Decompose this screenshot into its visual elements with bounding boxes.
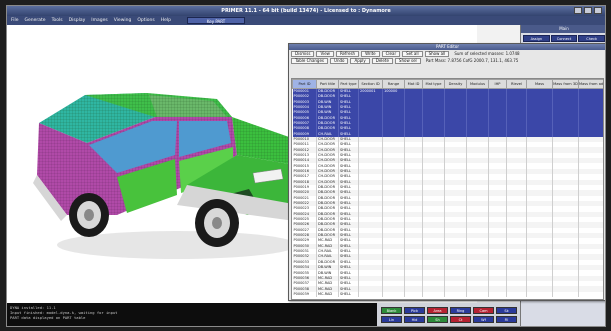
display-button-ring[interactable]: Ring <box>450 307 471 314</box>
table-row[interactable]: P000039 MC-RAD SHELL <box>292 291 603 298</box>
display-button-sh[interactable]: Sh <box>427 316 448 323</box>
app-window: PRIMER 11.1 - 64 bit (build 13474) - Lic… <box>6 5 606 327</box>
column-header[interactable]: Mat ID <box>404 79 423 89</box>
table-cell[interactable] <box>526 291 553 298</box>
toolbar-button-apply[interactable]: Apply <box>350 57 370 64</box>
column-header[interactable]: Mass from added mass <box>578 79 603 89</box>
menu-images[interactable]: Images <box>91 18 107 23</box>
selected-mass-readout: Sum of selected masses: 1.0748 <box>454 51 520 56</box>
tool-button-check[interactable]: Check <box>578 35 605 42</box>
part-table[interactable]: Part ID Part title Part type Section ID Rang… <box>291 78 604 300</box>
toolbar-button-clear[interactable]: Clear <box>381 50 401 57</box>
menu-tools[interactable]: Tools <box>52 18 63 23</box>
toolbar-button-refresh[interactable]: Refresh <box>335 50 360 57</box>
menu-generate[interactable]: Generate <box>25 18 46 23</box>
column-header[interactable]: Rlevel <box>506 79 527 89</box>
display-mode-toolbar: Blank Pick Area Ring Cam Sk Lin Hid Sh Ct Wf Fil <box>377 303 520 326</box>
display-button-area[interactable]: Area <box>427 307 448 314</box>
display-button-blank[interactable]: Blank <box>381 307 402 314</box>
tool-button-connect[interactable]: Connect <box>550 35 578 42</box>
car-model-image[interactable] <box>27 65 317 275</box>
window-title: PRIMER 11.1 - 64 bit (build 13474) - Lic… <box>221 8 391 14</box>
table-cell[interactable] <box>404 291 423 298</box>
menu-viewing[interactable]: Viewing <box>114 18 132 23</box>
window-title-bar: PRIMER 11.1 - 64 bit (build 13474) - Lic… <box>7 6 605 16</box>
display-button-pick[interactable]: Pick <box>404 307 425 314</box>
column-header[interactable]: Modulus <box>466 79 489 89</box>
console-line: PART data displayed on PART table <box>10 315 86 320</box>
toolbar-button-show-all[interactable]: Show all <box>424 50 450 57</box>
table-cell[interactable] <box>552 291 579 298</box>
column-header[interactable]: Part type <box>338 79 359 89</box>
table-cell[interactable]: MC-RAD <box>316 291 339 298</box>
column-header[interactable]: Range <box>382 79 405 89</box>
toolbar-button-view[interactable]: View <box>316 50 334 57</box>
table-cell[interactable] <box>506 291 527 298</box>
table-cell[interactable] <box>422 291 445 298</box>
toolbar-button-set-all[interactable]: Set all <box>402 50 423 57</box>
keyword-field[interactable]: Key PART <box>187 17 245 24</box>
toolbar-button-undo[interactable]: Undo <box>330 57 349 64</box>
toolbar-button-table-changes[interactable]: Table Changes <box>291 57 329 64</box>
display-button-ct[interactable]: Ct <box>450 316 471 323</box>
column-header[interactable]: Mass from 3D <box>552 79 579 89</box>
column-header[interactable]: Part ID <box>292 79 317 89</box>
column-header[interactable]: IHP <box>488 79 507 89</box>
minimize-icon[interactable] <box>574 7 582 14</box>
menu-display[interactable]: Display <box>69 18 86 23</box>
tool-button-assign[interactable]: Assign <box>523 35 550 42</box>
column-header[interactable]: Mat type <box>422 79 445 89</box>
menu-options[interactable]: Options <box>137 18 154 23</box>
table-body: P000001 DB-DOOR SHELL 2000001 100000 P000002 D… <box>292 88 603 298</box>
maximize-icon[interactable] <box>584 7 592 14</box>
toolbar-button-dismiss[interactable]: Dismiss <box>291 50 315 57</box>
menu-help[interactable]: Help <box>161 18 171 23</box>
panel-title: Main <box>521 25 605 33</box>
dialog-toolbar-2: Table Changes Undo Apply Delete Show sel Part… <box>289 57 605 64</box>
toolbar-button-delete[interactable]: Delete <box>371 57 393 64</box>
part-editor-dialog: PART Editor Dismiss View Refresh Write Clear… <box>288 43 605 301</box>
menu-bar: File Generate Tools Display Images Viewi… <box>7 16 605 25</box>
display-button-wf[interactable]: Wf <box>473 316 494 323</box>
table-cell[interactable] <box>382 291 405 298</box>
display-button-hid[interactable]: Hid <box>404 316 425 323</box>
table-header-row: Part ID Part title Part type Section ID Rang… <box>292 79 603 89</box>
table-cell[interactable] <box>578 291 603 298</box>
display-button-sk[interactable]: Sk <box>496 307 517 314</box>
dialog-toolbar-1: Dismiss View Refresh Write Clear Set all Show … <box>289 50 605 57</box>
table-cell[interactable] <box>466 291 489 298</box>
part-mass-readout: Part Mass: 7.8756 CofG 2000.7, 131.1, 46… <box>425 58 519 63</box>
console-output: DYNA installed: 11.1 Input finished: mod… <box>7 303 377 326</box>
close-icon[interactable] <box>594 7 602 14</box>
toolbar-button-write[interactable]: Write <box>361 50 380 57</box>
table-cell[interactable]: P000039 <box>292 291 317 298</box>
menu-file[interactable]: File <box>11 18 19 23</box>
column-header[interactable]: Mass <box>526 79 553 89</box>
column-header[interactable]: Density <box>444 79 467 89</box>
table-cell[interactable]: SHELL <box>338 291 359 298</box>
table-cell[interactable] <box>488 291 507 298</box>
table-cell[interactable] <box>358 291 383 298</box>
toolbar-button-show-sel[interactable]: Show sel <box>394 57 421 64</box>
display-button-fil[interactable]: Fil <box>496 316 517 323</box>
display-button-lin[interactable]: Lin <box>381 316 402 323</box>
column-header[interactable]: Section ID <box>358 79 383 89</box>
display-button-cam[interactable]: Cam <box>473 307 494 314</box>
table-cell[interactable] <box>444 291 467 298</box>
column-header[interactable]: Part title <box>316 79 339 89</box>
